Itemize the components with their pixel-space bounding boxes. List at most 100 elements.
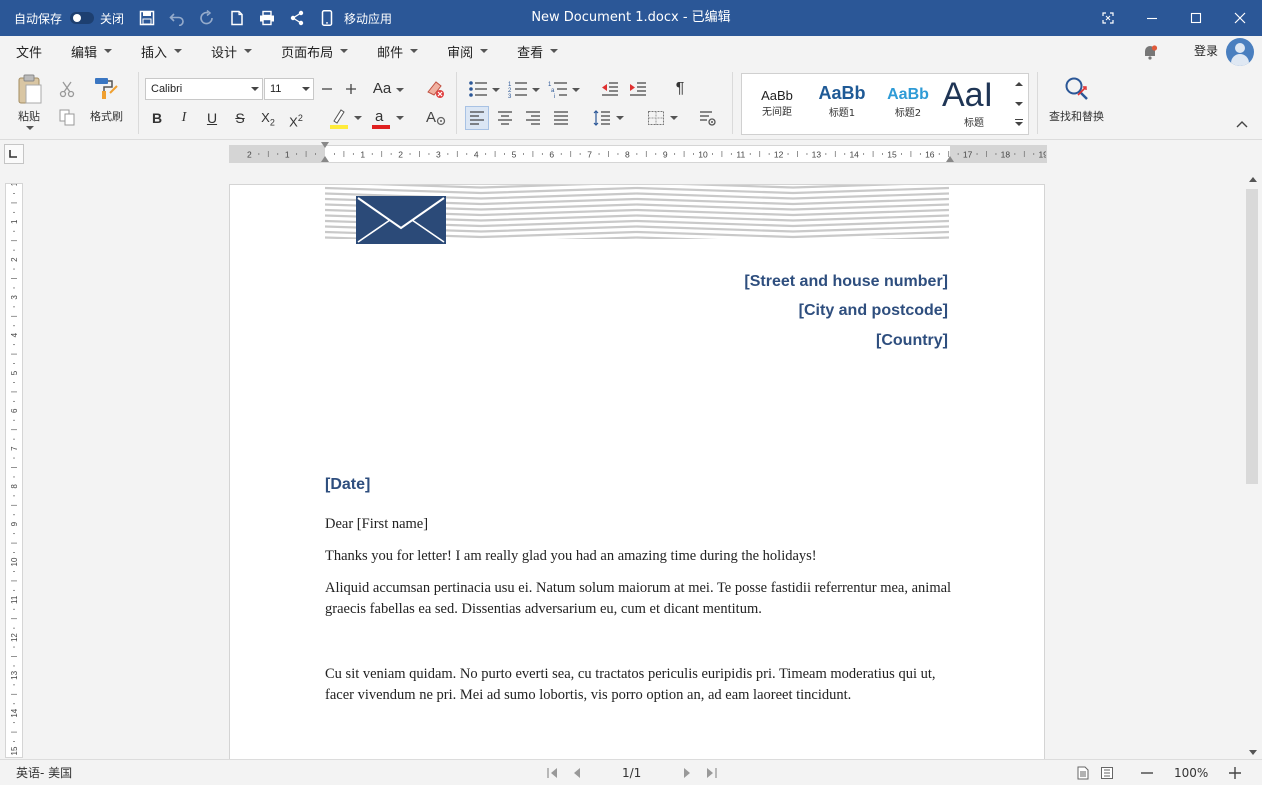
chevron-down-icon[interactable] — [26, 126, 34, 130]
menu-edit[interactable]: 编辑 — [55, 36, 125, 66]
bullet-list-button[interactable] — [466, 78, 490, 100]
paragraph-3[interactable]: Cu sit veniam quidam. No purto everti se… — [325, 664, 945, 706]
close-button[interactable] — [1218, 0, 1262, 36]
italic-button[interactable]: I — [172, 107, 196, 129]
chevron-down-icon[interactable] — [396, 88, 404, 92]
menu-view[interactable]: 查看 — [501, 36, 571, 66]
chevron-down-icon[interactable] — [572, 88, 580, 92]
superscript-button[interactable]: X2 — [284, 107, 308, 129]
zoom-level[interactable]: 100% — [1174, 760, 1208, 785]
address-street[interactable]: [Street and house number] — [744, 273, 948, 291]
chevron-down-icon[interactable] — [1015, 122, 1023, 126]
change-case-button[interactable]: Aa — [368, 78, 396, 100]
font-color-button[interactable]: a — [370, 106, 392, 130]
salutation[interactable]: Dear [First name] — [325, 514, 955, 535]
mobile-app-label[interactable]: 移动应用 — [344, 10, 392, 27]
autosave-state[interactable]: 关闭 — [100, 10, 124, 27]
menu-file[interactable]: 文件 — [0, 36, 55, 66]
scroll-down-icon[interactable] — [1249, 750, 1257, 755]
font-size-select[interactable]: 11 — [264, 78, 314, 100]
menu-mailings[interactable]: 邮件 — [361, 36, 431, 66]
notification-icon[interactable] — [1142, 44, 1158, 60]
scrollbar-thumb[interactable] — [1246, 189, 1258, 484]
chevron-down-icon[interactable] — [492, 88, 500, 92]
fullscreen-button[interactable] — [1086, 0, 1130, 36]
font-name-select[interactable]: Calibri — [145, 78, 263, 100]
chevron-down-icon[interactable] — [396, 116, 404, 120]
new-document-icon[interactable] — [222, 0, 252, 36]
format-painter-button[interactable] — [92, 74, 120, 102]
collapse-ribbon-button[interactable] — [1232, 116, 1252, 132]
autosave-toggle[interactable] — [70, 12, 95, 24]
chevron-down-icon[interactable] — [354, 116, 362, 120]
redo-icon[interactable] — [192, 0, 222, 36]
increase-indent-button[interactable] — [626, 78, 650, 100]
strikethrough-button[interactable]: S — [228, 107, 252, 129]
last-page-icon[interactable] — [704, 766, 718, 780]
find-replace-button[interactable] — [1062, 74, 1092, 104]
more-styles-icon[interactable] — [1015, 119, 1023, 120]
chevron-down-icon[interactable] — [670, 116, 678, 120]
style-no-spacing[interactable]: AaBb 无间距 — [750, 74, 804, 134]
clear-format-button[interactable] — [424, 78, 446, 100]
undo-icon[interactable] — [162, 0, 192, 36]
vertical-scrollbar[interactable] — [1244, 169, 1262, 759]
paragraph-settings-button[interactable] — [696, 106, 720, 130]
scroll-up-icon[interactable] — [1249, 177, 1257, 182]
tab-stop-selector[interactable] — [4, 144, 24, 164]
line-spacing-button[interactable] — [590, 106, 614, 130]
align-left-button[interactable] — [465, 106, 489, 130]
print-icon[interactable] — [252, 0, 282, 36]
bold-button[interactable]: B — [145, 107, 169, 129]
login-button[interactable]: 登录 — [1194, 36, 1218, 66]
document-page[interactable]: [Street and house number] [City and post… — [229, 184, 1045, 759]
zoom-out-icon[interactable] — [1140, 766, 1154, 780]
decrease-indent-button[interactable] — [598, 78, 622, 100]
copy-button[interactable] — [56, 106, 78, 128]
style-heading1[interactable]: AaBb 标题1 — [812, 74, 872, 134]
first-page-icon[interactable] — [546, 766, 560, 780]
address-city[interactable]: [City and postcode] — [799, 302, 948, 320]
save-icon[interactable] — [132, 0, 162, 36]
highlight-button[interactable] — [328, 106, 350, 130]
minimize-button[interactable] — [1130, 0, 1174, 36]
menu-insert[interactable]: 插入 — [125, 36, 195, 66]
menu-design[interactable]: 设计 — [195, 36, 265, 66]
web-layout-icon[interactable] — [1100, 766, 1114, 780]
style-heading2[interactable]: AaBb 标题2 — [880, 74, 936, 134]
numbered-list-button[interactable]: 123 — [506, 78, 530, 100]
first-line-indent-marker[interactable] — [321, 142, 329, 148]
borders-button[interactable] — [644, 106, 668, 130]
chevron-up-icon[interactable] — [1015, 82, 1023, 86]
zoom-in-icon[interactable] — [1228, 766, 1242, 780]
multilevel-list-button[interactable]: 1ai — [546, 78, 570, 100]
show-marks-button[interactable]: ¶ — [668, 78, 692, 100]
share-icon[interactable] — [282, 0, 312, 36]
cut-button[interactable] — [56, 78, 78, 100]
address-country[interactable]: [Country] — [876, 332, 948, 350]
language-indicator[interactable]: 英语- 美国 — [16, 760, 72, 785]
style-title[interactable]: AaI 标题 — [942, 74, 1010, 134]
paragraph-1[interactable]: Thanks you for letter! I am really glad … — [325, 546, 955, 567]
decrease-font-button[interactable] — [316, 78, 338, 100]
menu-layout[interactable]: 页面布局 — [265, 36, 361, 66]
text-effects-button[interactable]: A — [424, 106, 448, 128]
previous-page-icon[interactable] — [570, 766, 584, 780]
chevron-down-icon[interactable] — [616, 116, 624, 120]
align-center-button[interactable] — [493, 106, 517, 130]
chevron-down-icon[interactable] — [532, 88, 540, 92]
print-layout-icon[interactable] — [1076, 766, 1090, 780]
underline-button[interactable]: U — [200, 107, 224, 129]
right-indent-marker[interactable] — [946, 156, 954, 162]
date-field[interactable]: [Date] — [325, 476, 370, 494]
maximize-button[interactable] — [1174, 0, 1218, 36]
mobile-icon[interactable] — [312, 0, 342, 36]
justify-button[interactable] — [549, 106, 573, 130]
left-indent-marker[interactable] — [321, 156, 329, 162]
menu-review[interactable]: 审阅 — [431, 36, 501, 66]
avatar[interactable] — [1226, 38, 1254, 66]
align-right-button[interactable] — [521, 106, 545, 130]
chevron-down-icon[interactable] — [1015, 102, 1023, 106]
next-page-icon[interactable] — [680, 766, 694, 780]
paragraph-2[interactable]: Aliquid accumsan pertinacia usu ei. Natu… — [325, 578, 953, 620]
